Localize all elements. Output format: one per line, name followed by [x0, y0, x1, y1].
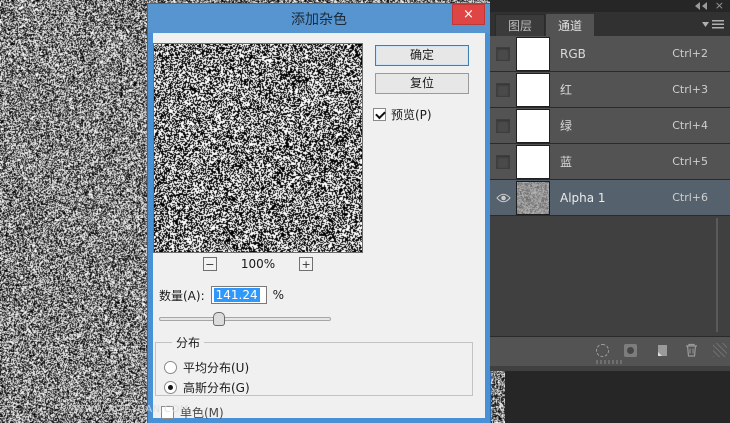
amount-label: 数量(A): [159, 287, 205, 304]
dashed-circle-shape [596, 344, 609, 357]
distribution-legend: 分布 [172, 334, 204, 351]
channel-thumbnail [516, 73, 550, 107]
noise-preview-image [154, 44, 362, 252]
panel-resize-grip[interactable] [713, 343, 727, 357]
gaussian-distribution-radio[interactable]: 高斯分布(G) [164, 377, 464, 397]
save-selection-as-channel-icon[interactable] [621, 342, 639, 358]
panel-footer [490, 336, 730, 366]
workspace-background [505, 371, 730, 423]
visibility-cell[interactable] [490, 47, 516, 61]
channel-name: RGB [560, 47, 672, 61]
dialog-title: 添加杂色 [291, 9, 347, 29]
slider-track[interactable] [159, 317, 331, 321]
preview-checkbox-row: 预览(P) [373, 106, 432, 123]
channel-thumbnail [516, 145, 550, 179]
visibility-empty-well [496, 155, 510, 169]
visibility-empty-well [496, 47, 510, 61]
panel-top-strip: × [490, 0, 730, 12]
load-channel-as-selection-icon[interactable] [593, 342, 611, 358]
site-watermark: WWW.XITEYUAN.COM [74, 404, 189, 415]
channel-row-alpha1[interactable]: Alpha 1 Ctrl+6 [490, 180, 730, 216]
channel-shortcut: Ctrl+4 [672, 119, 708, 132]
amount-value: 141.24 [214, 288, 260, 302]
reset-button[interactable]: 复位 [375, 73, 469, 94]
ok-button[interactable]: 确定 [375, 45, 469, 66]
channel-row-red[interactable]: 红 Ctrl+3 [490, 72, 730, 108]
channels-panel: × 图层 通道 RGB Ctrl+2 [490, 0, 730, 371]
close-button[interactable]: × [452, 4, 485, 25]
tab-channels[interactable]: 通道 [546, 14, 594, 36]
close-icon: × [463, 7, 474, 22]
amount-input[interactable]: 141.24 [211, 286, 267, 304]
panel-scrollbar[interactable] [716, 218, 718, 332]
channel-shortcut: Ctrl+6 [672, 191, 708, 204]
zoom-level: 100% [241, 257, 275, 271]
panel-menu-icon[interactable] [702, 20, 724, 29]
uniform-distribution-label: 平均分布(U) [183, 359, 249, 376]
tab-layers[interactable]: 图层 [495, 14, 545, 36]
panel-drag-dots[interactable] [596, 360, 624, 364]
visibility-cell[interactable] [490, 119, 516, 133]
tab-layers-label: 图层 [508, 17, 532, 34]
channel-name: 红 [560, 81, 672, 98]
add-noise-dialog: 添加杂色 × − 100% + 数量(A): 141.24 % [148, 4, 490, 423]
channel-thumbnail [516, 181, 550, 215]
create-new-channel-icon[interactable] [652, 342, 670, 358]
uniform-distribution-radio[interactable]: 平均分布(U) [164, 357, 464, 377]
square-circle-shape [624, 344, 637, 357]
amount-row: 数量(A): 141.24 % [159, 286, 284, 304]
preview-zoom-controls: − 100% + [153, 256, 363, 272]
tab-channels-label: 通道 [558, 17, 582, 34]
radio-checked-icon [164, 381, 177, 394]
screen: 添加杂色 × − 100% + 数量(A): 141.24 % [0, 0, 730, 423]
channel-shortcut: Ctrl+3 [672, 83, 708, 96]
channel-name: 蓝 [560, 153, 672, 170]
channel-row-blue[interactable]: 蓝 Ctrl+5 [490, 144, 730, 180]
channel-thumbnail [516, 37, 550, 71]
channel-row-green[interactable]: 绿 Ctrl+4 [490, 108, 730, 144]
visibility-cell[interactable] [490, 83, 516, 97]
visibility-empty-well [496, 83, 510, 97]
slider-thumb[interactable] [213, 312, 225, 326]
channel-name: Alpha 1 [560, 191, 672, 205]
zoom-in-button[interactable]: + [299, 257, 313, 271]
channel-row-rgb[interactable]: RGB Ctrl+2 [490, 36, 730, 72]
delete-channel-icon[interactable] [682, 342, 700, 358]
visibility-empty-well [496, 119, 510, 133]
alpha-noise-thumbnail [517, 182, 549, 214]
dialog-body: − 100% + 数量(A): 141.24 % 分布 平均分布(U) [153, 33, 485, 418]
channel-thumbnail [516, 109, 550, 143]
radio-unchecked-icon [164, 361, 177, 374]
preview-checkbox[interactable] [373, 108, 386, 121]
dialog-titlebar[interactable]: 添加杂色 × [148, 4, 490, 33]
gaussian-distribution-label: 高斯分布(G) [183, 379, 250, 396]
amount-slider[interactable] [159, 312, 331, 326]
amount-unit: % [273, 288, 284, 302]
channel-name: 绿 [560, 117, 672, 134]
zoom-out-button[interactable]: − [203, 257, 217, 271]
channel-list-empty-area [490, 216, 730, 336]
eye-icon [496, 193, 511, 203]
channel-shortcut: Ctrl+2 [672, 47, 708, 60]
close-panel-icon[interactable]: × [715, 1, 724, 11]
distribution-group: 分布 平均分布(U) 高斯分布(G) [155, 334, 473, 396]
preview-label: 预览(P) [391, 106, 432, 123]
visibility-cell[interactable] [490, 193, 516, 203]
channel-shortcut: Ctrl+5 [672, 155, 708, 168]
visibility-cell[interactable] [490, 155, 516, 169]
noise-preview-box [153, 43, 363, 253]
channel-list: RGB Ctrl+2 红 Ctrl+3 绿 Ctrl+4 蓝 Ctrl+5 [490, 36, 730, 216]
panel-tab-bar: 图层 通道 [490, 12, 730, 36]
